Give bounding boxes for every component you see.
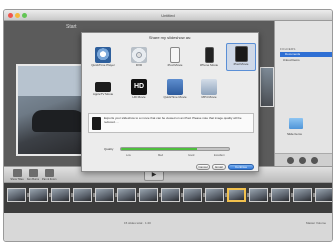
share-option-8[interactable]: MP4 Movie bbox=[194, 77, 224, 105]
folder-label: Slide Items bbox=[287, 132, 302, 136]
quality-label: Quality bbox=[104, 147, 114, 151]
sidebar-item-selected[interactable]: Documents bbox=[280, 52, 332, 57]
share-option-0[interactable]: QuickTime Player bbox=[88, 45, 118, 73]
continue-button[interactable]: Continue bbox=[228, 164, 254, 170]
hd-icon: HD bbox=[131, 79, 147, 95]
ipad-icon bbox=[234, 46, 248, 62]
slideshow-summary: 15 slides total · 1:20 bbox=[124, 221, 151, 225]
export-info-box: Exports your slideshow to a movie that c… bbox=[88, 113, 254, 133]
titles-icon bbox=[12, 169, 22, 177]
filmstrip-frame[interactable] bbox=[271, 188, 290, 202]
quicktime-movie-icon bbox=[167, 79, 183, 95]
filmstrip-frame[interactable] bbox=[183, 188, 202, 202]
window-title: Untitled bbox=[161, 13, 175, 18]
toolbar-button-2[interactable]: Pan & Zoom bbox=[42, 169, 56, 181]
iphone-icon bbox=[204, 47, 214, 63]
share-option-6[interactable]: HD HD Movie bbox=[124, 77, 154, 105]
toolbar-button-0[interactable]: Show Titles bbox=[10, 169, 24, 181]
share-option-3[interactable]: iPhone Movie bbox=[194, 45, 224, 73]
email-button[interactable]: Email bbox=[212, 164, 226, 170]
share-dialog: Share my slideshow as: Exports your slid… bbox=[81, 32, 259, 172]
sidebar-bottom-bar bbox=[275, 153, 332, 166]
quality-tick-low: Low bbox=[126, 154, 131, 157]
share-option-label: MP4 Movie bbox=[201, 95, 217, 99]
toolbar-button-1[interactable]: Ken Burns bbox=[26, 169, 40, 181]
slide-label: Start bbox=[66, 24, 77, 30]
ken-burns-icon bbox=[28, 169, 38, 177]
title-bar: Untitled bbox=[4, 10, 332, 21]
pan-zoom-icon bbox=[44, 169, 54, 177]
filmstrip-frame[interactable] bbox=[7, 188, 26, 202]
filmstrip-frame[interactable] bbox=[315, 188, 332, 202]
share-option-label: DVD bbox=[135, 63, 143, 67]
filmstrip-frame[interactable] bbox=[51, 188, 70, 202]
sidebar-header: FOLDERS bbox=[280, 47, 296, 51]
filmstrip-frame[interactable] bbox=[117, 188, 136, 202]
share-option-label: HD Movie bbox=[132, 95, 146, 99]
share-option-4[interactable]: iPad Movie bbox=[226, 43, 256, 71]
photo-browser-icon[interactable] bbox=[287, 157, 294, 164]
export-info-text: Exports your slideshow to a movie that c… bbox=[104, 116, 242, 124]
share-option-label: iPhone Movie bbox=[199, 63, 219, 67]
share-option-label: QuickTime Movie bbox=[163, 95, 187, 99]
appletv-icon bbox=[95, 82, 111, 92]
quality-tick-excellent: Excellent bbox=[214, 154, 225, 157]
filmstrip-frame[interactable] bbox=[205, 188, 224, 202]
app-window: Untitled Start FOLDERS Documents iCloud … bbox=[3, 9, 333, 242]
share-option-label: QuickTime Player bbox=[91, 63, 115, 67]
mp4-icon bbox=[201, 79, 217, 95]
folder-icon[interactable] bbox=[289, 118, 303, 129]
quality-slider[interactable] bbox=[120, 147, 230, 151]
quicktime-icon bbox=[95, 47, 111, 63]
slide-photo[interactable] bbox=[16, 64, 87, 156]
status-bar: 15 slides total · 1:20 Master Volume bbox=[4, 213, 332, 241]
ipod-icon bbox=[170, 47, 180, 63]
filmstrip-frame[interactable] bbox=[139, 188, 158, 202]
quality-slider-fill bbox=[121, 148, 197, 150]
quality-tick-good: Good bbox=[188, 154, 195, 157]
filmstrip-frame[interactable] bbox=[293, 188, 312, 202]
filmstrip-frame[interactable] bbox=[161, 188, 180, 202]
filmstrip-frame[interactable] bbox=[227, 188, 246, 202]
share-option-5[interactable]: AppleTV Movie bbox=[88, 77, 118, 105]
master-volume-label: Master Volume bbox=[305, 221, 326, 225]
quality-tick-med: Med bbox=[158, 154, 164, 157]
share-option-2[interactable]: iPod Movie bbox=[160, 45, 190, 73]
dvd-disc-icon bbox=[131, 47, 147, 63]
music-browser-icon[interactable] bbox=[299, 157, 306, 164]
filmstrip bbox=[4, 183, 332, 213]
photo-car bbox=[32, 110, 87, 132]
dialog-title: Share my slideshow as: bbox=[148, 35, 192, 40]
share-option-label: iPad Movie bbox=[233, 62, 249, 66]
share-option-label: iPod Movie bbox=[167, 63, 183, 67]
cancel-button[interactable]: Cancel bbox=[196, 164, 210, 170]
share-option-label: AppleTV Movie bbox=[92, 92, 114, 96]
filmstrip-frame[interactable] bbox=[95, 188, 114, 202]
filmstrip-frame[interactable] bbox=[249, 188, 268, 202]
slide-photo-next[interactable] bbox=[260, 67, 274, 107]
sidebar-item-icloud[interactable]: iCloud Items bbox=[283, 58, 300, 62]
photo-sky bbox=[18, 66, 84, 96]
media-sidebar: FOLDERS Documents iCloud Items Slide Ite… bbox=[274, 21, 332, 166]
filmstrip-frame[interactable] bbox=[29, 188, 48, 202]
ipad-device-icon bbox=[92, 117, 101, 130]
share-option-7[interactable]: QuickTime Movie bbox=[160, 77, 190, 105]
share-option-1[interactable]: DVD bbox=[124, 45, 154, 73]
settings-icon[interactable] bbox=[311, 157, 318, 164]
filmstrip-frame[interactable] bbox=[73, 188, 92, 202]
